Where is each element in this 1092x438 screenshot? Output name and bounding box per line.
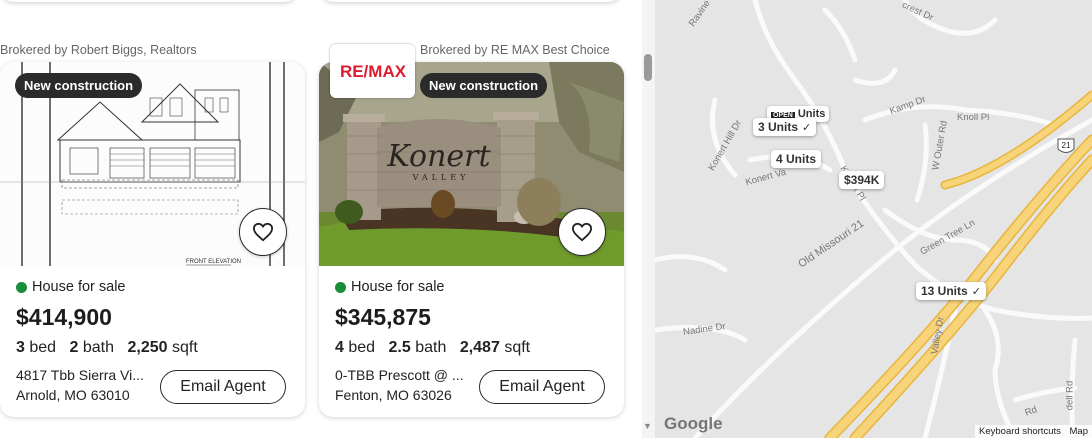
- road-label: dell Rd: [1064, 380, 1076, 411]
- listing-status: House for sale: [335, 279, 445, 295]
- address-city: Fenton, MO 63026: [335, 387, 452, 403]
- previous-card-edge: [320, 0, 622, 2]
- listing-price: $345,875: [335, 304, 431, 330]
- listings-panel: Brokered by Robert Biggs, Realtors Broke…: [0, 0, 642, 438]
- email-agent-button[interactable]: Email Agent: [160, 370, 286, 404]
- scrollbar-thumb[interactable]: [644, 54, 652, 81]
- check-icon: ✓: [802, 122, 812, 134]
- map-data-link[interactable]: Map: [1070, 426, 1088, 437]
- map-pin-3-units[interactable]: 3 Units ✓: [753, 118, 817, 136]
- broker-name: Brokered by RE MAX Best Choice: [420, 43, 610, 57]
- highway-shield-icon: 21: [1057, 138, 1075, 153]
- status-dot-icon: [335, 281, 346, 293]
- listing-status: House for sale: [16, 279, 126, 295]
- svg-text:RE/MAX: RE/MAX: [339, 62, 406, 81]
- new-construction-badge: New construction: [15, 73, 143, 98]
- map-footer: Keyboard shortcuts Map: [975, 425, 1092, 438]
- svg-text:Konert: Konert: [386, 139, 491, 174]
- listing-specs: 3 bed 2 bath 2,250 sqft: [16, 339, 198, 356]
- check-icon: ✓: [971, 286, 981, 298]
- svg-text:FRONT ELEVATION: FRONT ELEVATION: [186, 259, 241, 265]
- svg-text:21: 21: [1062, 141, 1071, 150]
- heart-icon: [252, 222, 274, 242]
- map-pin-price[interactable]: $394K: [839, 171, 885, 189]
- new-construction-badge: New construction: [420, 73, 548, 98]
- listing-photo[interactable]: FRONT ELEVATION New construction: [0, 62, 305, 266]
- previous-card-edge: [0, 0, 298, 2]
- map-canvas[interactable]: 21: [655, 0, 1092, 438]
- listing-price: $414,900: [16, 304, 112, 330]
- map-pin-4-units[interactable]: 4 Units: [771, 150, 822, 168]
- listing-specs: 4 bed 2.5 bath 2,487 sqft: [335, 339, 531, 356]
- address-city: Arnold, MO 63010: [16, 387, 130, 403]
- favorite-button[interactable]: [239, 208, 287, 256]
- scroll-down-arrow-icon[interactable]: ▼: [643, 421, 652, 431]
- google-logo: Google: [664, 414, 723, 433]
- map-pin-13-units[interactable]: 13 Units ✓: [916, 282, 986, 300]
- broker-name: Brokered by Robert Biggs, Realtors: [0, 43, 197, 57]
- heart-icon: [571, 222, 593, 242]
- map-view[interactable]: 21 Old Missouri 21 Konert Pl Konert Hill…: [655, 0, 1092, 438]
- status-dot-icon: [16, 281, 27, 293]
- road-label: Knoll Pl: [957, 112, 990, 123]
- remax-logo: RE/MAX: [330, 44, 415, 98]
- email-agent-button[interactable]: Email Agent: [479, 370, 605, 404]
- listing-card[interactable]: FRONT ELEVATION New construction House f…: [0, 62, 305, 417]
- listing-card[interactable]: Konert VALLEY New construction House for…: [319, 62, 624, 417]
- listings-scrollbar[interactable]: ▼: [642, 0, 655, 438]
- favorite-button[interactable]: [558, 208, 606, 256]
- keyboard-shortcuts-link[interactable]: Keyboard shortcuts: [979, 426, 1061, 437]
- svg-text:VALLEY: VALLEY: [412, 173, 470, 182]
- address-street: 0-TBB Prescott @ ...: [335, 367, 464, 383]
- address-street: 4817 Tbb Sierra Vi...: [16, 367, 144, 383]
